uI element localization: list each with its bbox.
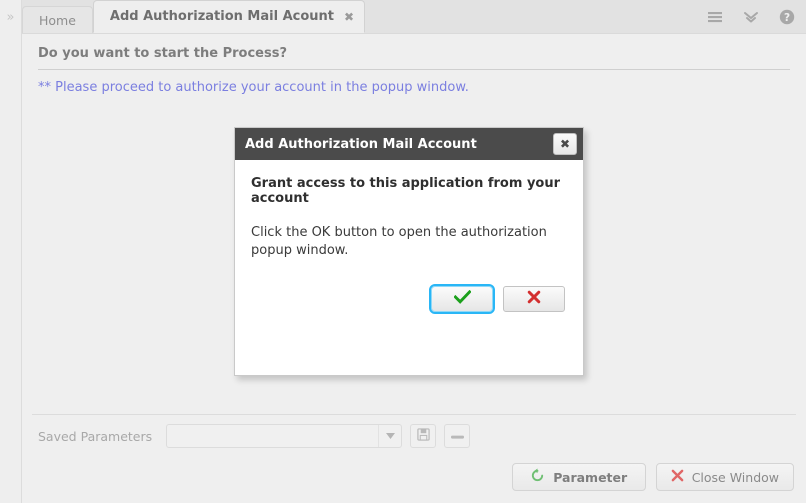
remove-parameters-button[interactable] xyxy=(444,424,471,448)
chevrons-down-icon[interactable] xyxy=(742,8,760,26)
dialog-message: Click the OK button to open the authoriz… xyxy=(251,225,547,258)
cross-icon xyxy=(527,290,541,307)
tab-add-authorization-mail-acount[interactable]: Add Authorization Mail Acount ✖ xyxy=(92,0,366,33)
saved-parameters-combobox[interactable] xyxy=(166,424,403,448)
chevrons-right-icon[interactable]: » xyxy=(0,11,21,24)
tab-bar: Home Add Authorization Mail Acount ✖ ? xyxy=(22,0,806,34)
floppy-disk-icon xyxy=(416,428,430,444)
authorization-dialog: Add Authorization Mail Account ✖ Grant a… xyxy=(234,127,584,376)
dialog-button-row xyxy=(251,283,567,314)
dialog-heading: Grant access to this application from yo… xyxy=(251,176,561,206)
authorization-note: ** Please proceed to authorize your acco… xyxy=(38,80,469,95)
saved-parameters-bar: Saved Parameters xyxy=(22,415,806,457)
tab-add-authorization-mail-acount-label: Add Authorization Mail Acount xyxy=(109,9,334,24)
minus-icon xyxy=(450,429,464,443)
dialog-title-bar: Add Authorization Mail Account ✖ xyxy=(235,128,583,160)
tab-bar-actions: ? xyxy=(706,0,806,33)
parameter-button-label: Parameter xyxy=(553,469,628,485)
close-window-button[interactable]: Close Window xyxy=(655,463,794,491)
parameter-button[interactable]: Parameter xyxy=(511,463,646,491)
dialog-cancel-button[interactable] xyxy=(503,285,565,312)
tab-close-icon[interactable]: ✖ xyxy=(344,11,354,23)
tab-home-label: Home xyxy=(39,12,76,28)
close-window-button-label: Close Window xyxy=(691,469,779,485)
help-icon[interactable]: ? xyxy=(778,8,796,26)
dialog-ok-button[interactable] xyxy=(429,283,495,314)
check-icon xyxy=(452,290,472,307)
left-sidebar-rail: » xyxy=(0,0,22,503)
saved-parameters-label: Saved Parameters xyxy=(38,428,153,444)
close-x-icon xyxy=(671,469,684,485)
dialog-title: Add Authorization Mail Account xyxy=(245,136,477,152)
content-divider xyxy=(38,69,790,70)
hamburger-menu-icon[interactable] xyxy=(706,8,724,26)
svg-text:?: ? xyxy=(784,12,790,24)
save-parameters-button[interactable] xyxy=(410,424,437,448)
dialog-body: Grant access to this application from yo… xyxy=(235,160,583,375)
process-prompt: Do you want to start the Process? xyxy=(38,46,287,61)
footer-actions: Parameter Close Window xyxy=(22,457,806,503)
tab-list: Home Add Authorization Mail Acount ✖ xyxy=(22,0,366,33)
dialog-close-icon[interactable]: ✖ xyxy=(553,133,577,155)
caret-down-icon[interactable] xyxy=(378,425,401,447)
tab-home[interactable]: Home xyxy=(22,6,93,33)
reset-circular-arrow-icon xyxy=(530,468,545,486)
